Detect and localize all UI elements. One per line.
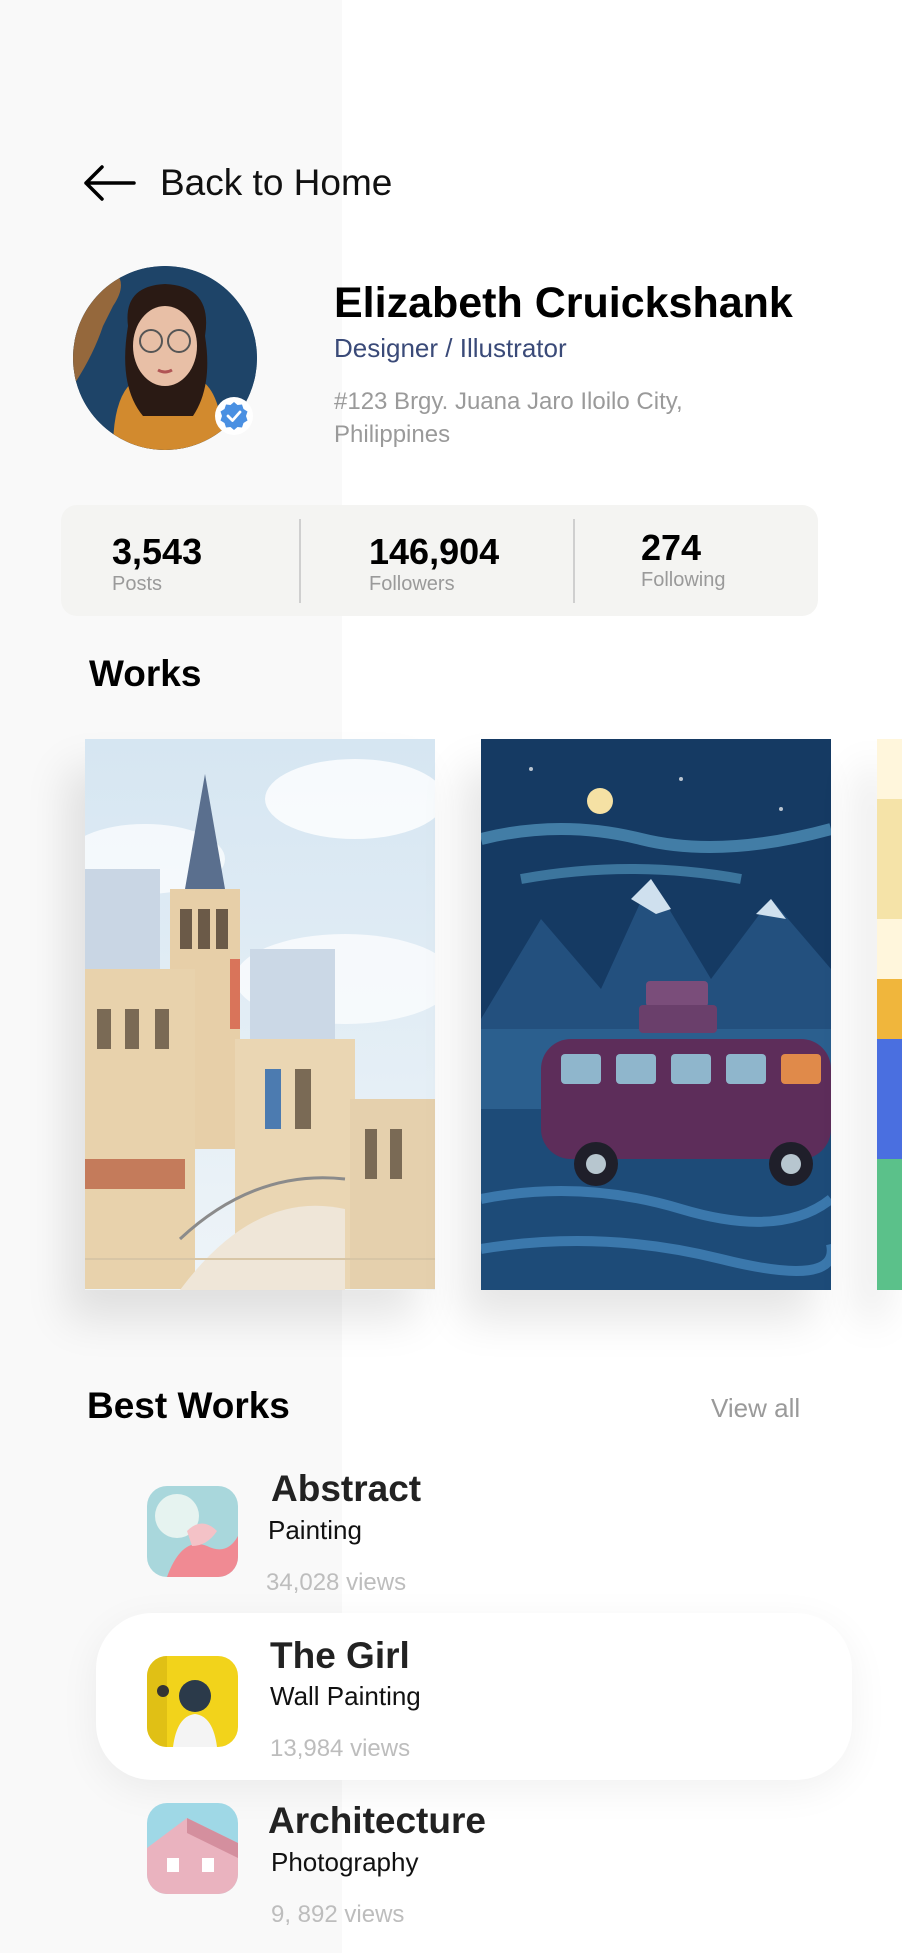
stat-label: Posts [112, 573, 163, 595]
profile-name: Elizabeth Cruickshank [334, 279, 793, 327]
stat-posts[interactable]: 3,543 Posts [61, 505, 299, 616]
back-to-home-button[interactable]: Back to Home [82, 158, 392, 208]
profile-address: #123 Brgy. Juana Jaro Iloilo City, Phili… [334, 388, 683, 448]
view-all-link[interactable]: View all [711, 1393, 800, 1424]
stat-value: 146,904 [369, 531, 500, 572]
back-label: Back to Home [160, 162, 393, 203]
stats-bar: 3,543 Posts 146,904 Followers 274 Follow… [61, 505, 818, 616]
stat-value: 274 [641, 527, 702, 568]
best-work-category: Painting [268, 1515, 362, 1545]
thumbnail-abstract [147, 1486, 238, 1577]
best-work-category: Photography [271, 1847, 419, 1877]
best-work-title: Abstract [271, 1468, 422, 1509]
work-card-architecture[interactable] [85, 739, 435, 1290]
arrow-left-icon [84, 165, 136, 201]
best-work-views: 9, 892 views [271, 1901, 405, 1928]
stat-value: 3,543 [112, 531, 203, 572]
work-card-partial[interactable] [877, 739, 902, 1290]
best-work-title: Architecture [268, 1800, 486, 1841]
work-card-night-van[interactable] [481, 739, 831, 1290]
best-work-views: 13,984 views [270, 1735, 411, 1762]
thumbnail-architecture [147, 1803, 238, 1894]
profile-role: Designer / Illustrator [334, 333, 567, 363]
stat-following[interactable]: 274 Following [575, 505, 818, 616]
verified-badge-icon [215, 397, 253, 435]
stat-label: Followers [369, 573, 455, 595]
best-work-title: The Girl [270, 1635, 410, 1676]
best-works-title: Best Works [87, 1385, 290, 1426]
stat-followers[interactable]: 146,904 Followers [301, 505, 573, 616]
best-work-category: Wall Painting [270, 1681, 421, 1711]
works-title: Works [89, 653, 202, 694]
thumbnail-the-girl [147, 1656, 238, 1747]
stat-label: Following [641, 569, 726, 591]
best-work-views: 34,028 views [266, 1569, 407, 1596]
